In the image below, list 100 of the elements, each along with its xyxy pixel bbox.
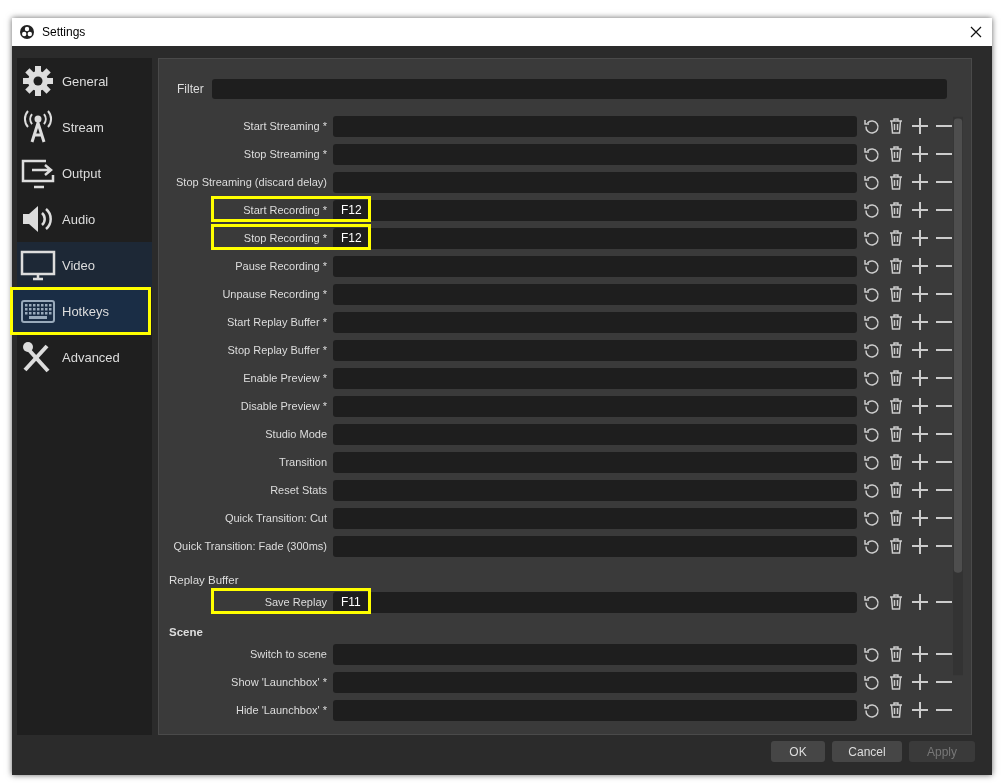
revert-icon[interactable] <box>863 593 881 611</box>
trash-icon[interactable] <box>887 257 905 275</box>
hotkey-field[interactable]: F12 <box>333 199 857 221</box>
plus-icon[interactable] <box>911 117 929 135</box>
plus-icon[interactable] <box>911 453 929 471</box>
plus-icon[interactable] <box>911 701 929 719</box>
revert-icon[interactable] <box>863 201 881 219</box>
hotkey-field[interactable]: F12 <box>333 227 857 249</box>
hotkey-field[interactable] <box>333 479 857 501</box>
hotkey-label: Disable Preview * <box>239 399 327 413</box>
revert-icon[interactable] <box>863 369 881 387</box>
hotkey-field[interactable] <box>333 143 857 165</box>
revert-icon[interactable] <box>863 509 881 527</box>
revert-icon[interactable] <box>863 645 881 663</box>
sidebar-item[interactable]: Advanced <box>17 334 152 380</box>
plus-icon[interactable] <box>911 397 929 415</box>
filter-field[interactable] <box>211 79 947 99</box>
hotkey-field[interactable] <box>333 535 857 557</box>
trash-icon[interactable] <box>887 425 905 443</box>
hotkey-field[interactable]: F11 <box>333 591 857 613</box>
revert-icon[interactable] <box>863 481 881 499</box>
hotkey-field[interactable] <box>333 507 857 529</box>
revert-icon[interactable] <box>863 537 881 555</box>
trash-icon[interactable] <box>887 229 905 247</box>
revert-icon[interactable] <box>863 397 881 415</box>
trash-icon[interactable] <box>887 145 905 163</box>
dialog-button[interactable]: Cancel <box>832 741 902 762</box>
plus-icon[interactable] <box>911 341 929 359</box>
sidebar-item[interactable]: General <box>17 58 152 104</box>
hotkey-field[interactable] <box>333 171 857 193</box>
trash-icon[interactable] <box>887 673 905 691</box>
hotkey-field[interactable] <box>333 699 857 721</box>
hotkey-field[interactable] <box>333 367 857 389</box>
hotkey-label: Show 'Launchbox' * <box>230 675 327 689</box>
hotkey-field[interactable] <box>333 451 857 473</box>
plus-icon[interactable] <box>911 509 929 527</box>
revert-icon[interactable] <box>863 229 881 247</box>
hotkey-field[interactable] <box>333 311 857 333</box>
section-heading: Replay Buffer <box>168 573 240 588</box>
hotkey-label: Stop Recording * <box>242 231 327 245</box>
plus-icon[interactable] <box>911 645 929 663</box>
hotkey-field[interactable] <box>333 643 857 665</box>
plus-icon[interactable] <box>911 369 929 387</box>
hotkey-field[interactable] <box>333 283 857 305</box>
plus-icon[interactable] <box>911 313 929 331</box>
trash-icon[interactable] <box>887 537 905 555</box>
revert-icon[interactable] <box>863 285 881 303</box>
trash-icon[interactable] <box>887 397 905 415</box>
close-icon[interactable] <box>970 26 982 38</box>
plus-icon[interactable] <box>911 173 929 191</box>
sidebar-item[interactable]: Stream <box>17 104 152 150</box>
revert-icon[interactable] <box>863 453 881 471</box>
hotkey-field[interactable] <box>333 255 857 277</box>
plus-icon[interactable] <box>911 481 929 499</box>
trash-icon[interactable] <box>887 593 905 611</box>
sidebar-item[interactable]: Hotkeys <box>11 288 150 334</box>
plus-icon[interactable] <box>911 537 929 555</box>
revert-icon[interactable] <box>863 673 881 691</box>
revert-icon[interactable] <box>863 145 881 163</box>
hotkey-field[interactable] <box>333 115 857 137</box>
hotkey-label: Pause Recording * <box>234 259 327 273</box>
sidebar-item[interactable]: Output <box>17 150 152 196</box>
trash-icon[interactable] <box>887 117 905 135</box>
revert-icon[interactable] <box>863 313 881 331</box>
dialog-button[interactable]: OK <box>771 741 825 762</box>
trash-icon[interactable] <box>887 173 905 191</box>
hotkey-field[interactable] <box>333 395 857 417</box>
hotkey-field[interactable] <box>333 671 857 693</box>
revert-icon[interactable] <box>863 173 881 191</box>
trash-icon[interactable] <box>887 369 905 387</box>
hotkey-field[interactable] <box>333 339 857 361</box>
revert-icon[interactable] <box>863 701 881 719</box>
trash-icon[interactable] <box>887 645 905 663</box>
revert-icon[interactable] <box>863 341 881 359</box>
trash-icon[interactable] <box>887 481 905 499</box>
plus-icon[interactable] <box>911 201 929 219</box>
revert-icon[interactable] <box>863 117 881 135</box>
trash-icon[interactable] <box>887 285 905 303</box>
revert-icon[interactable] <box>863 257 881 275</box>
hotkey-label: Hide 'Launchbox' * <box>234 703 327 717</box>
plus-icon[interactable] <box>911 425 929 443</box>
hotkey-label: Unpause Recording * <box>221 287 327 301</box>
trash-icon[interactable] <box>887 313 905 331</box>
hotkey-field[interactable] <box>333 423 857 445</box>
monitor-icon <box>20 248 56 282</box>
trash-icon[interactable] <box>887 453 905 471</box>
sidebar-item[interactable]: Audio <box>17 196 152 242</box>
hotkey-label: Studio Mode <box>264 427 327 441</box>
trash-icon[interactable] <box>887 201 905 219</box>
trash-icon[interactable] <box>887 341 905 359</box>
revert-icon[interactable] <box>863 425 881 443</box>
plus-icon[interactable] <box>911 229 929 247</box>
plus-icon[interactable] <box>911 673 929 691</box>
plus-icon[interactable] <box>911 257 929 275</box>
plus-icon[interactable] <box>911 145 929 163</box>
plus-icon[interactable] <box>911 285 929 303</box>
trash-icon[interactable] <box>887 509 905 527</box>
plus-icon[interactable] <box>911 593 929 611</box>
trash-icon[interactable] <box>887 701 905 719</box>
sidebar-item[interactable]: Video <box>17 242 152 288</box>
